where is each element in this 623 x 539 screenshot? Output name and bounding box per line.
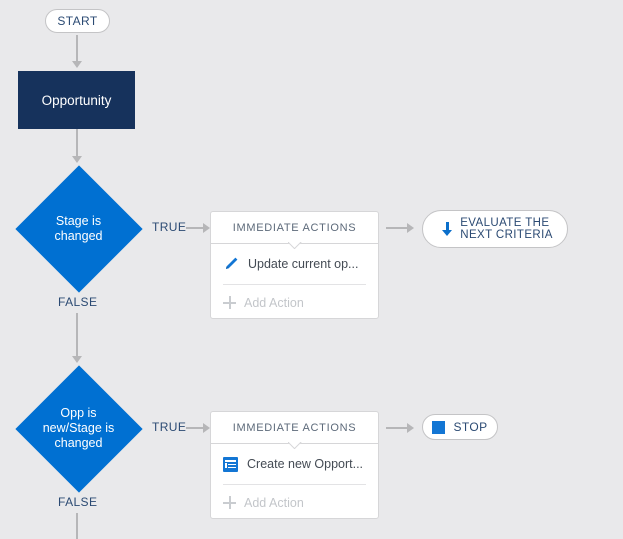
- record-icon: [223, 456, 238, 472]
- card-notch-chevron-icon: [288, 242, 302, 249]
- connector-object-to-criteria-1-arrowhead: [72, 156, 82, 163]
- immediate-actions-card-2: IMMEDIATE ACTIONS Create new Opport... A…: [210, 411, 379, 519]
- plus-icon: [223, 296, 236, 309]
- criteria-2-true-label: TRUE: [152, 420, 187, 434]
- criteria-1-false-label: FALSE: [58, 295, 98, 309]
- connector-criteria-1-false-arrowhead: [72, 356, 82, 363]
- immediate-actions-card-2-header: IMMEDIATE ACTIONS: [211, 412, 378, 444]
- immediate-actions-card-1: IMMEDIATE ACTIONS Update current op... A…: [210, 211, 379, 319]
- criteria-1-true-label: TRUE: [152, 220, 187, 234]
- connector-criteria-1-false: [76, 313, 78, 357]
- action-item-2-label: Create new Opport...: [247, 457, 364, 471]
- add-action-label-2: Add Action: [244, 495, 304, 510]
- add-action-button-1[interactable]: Add Action: [223, 285, 366, 320]
- connector-card-1-to-outcome-arrowhead: [407, 223, 414, 233]
- process-builder-canvas: START Opportunity Stage is changed TRUE …: [0, 0, 623, 539]
- add-action-button-2[interactable]: Add Action: [223, 485, 366, 520]
- criteria-node-1[interactable]: Stage is changed: [14, 164, 143, 293]
- connector-card-2-to-outcome: [386, 427, 408, 429]
- connector-object-to-criteria-1: [76, 129, 78, 157]
- immediate-actions-card-1-header-label: IMMEDIATE ACTIONS: [232, 221, 357, 234]
- criteria-node-2-shape: [14, 364, 143, 493]
- connector-criteria-1-true: [186, 227, 204, 229]
- outcome-evaluate-next-criteria-label: EVALUATE THE NEXT CRITERIA: [460, 216, 553, 242]
- card-notch-chevron-icon: [288, 442, 302, 449]
- immediate-actions-card-2-body: Create new Opport... Add Action: [211, 444, 378, 520]
- criteria-node-2[interactable]: Opp is new/Stage is changed: [14, 364, 143, 493]
- add-action-label-1: Add Action: [244, 295, 304, 310]
- connector-criteria-2-true-arrowhead: [203, 423, 210, 433]
- immediate-actions-card-1-header: IMMEDIATE ACTIONS: [211, 212, 378, 244]
- outcome-stop-label: STOP: [453, 420, 488, 434]
- connector-start-to-object-arrowhead: [72, 61, 82, 68]
- criteria-node-1-shape: [14, 164, 143, 293]
- immediate-actions-card-2-header-label: IMMEDIATE ACTIONS: [232, 421, 357, 434]
- immediate-actions-card-1-body: Update current op... Add Action: [211, 244, 378, 320]
- connector-criteria-1-true-arrowhead: [203, 223, 210, 233]
- object-node-opportunity[interactable]: Opportunity: [18, 71, 135, 129]
- object-node-label: Opportunity: [41, 92, 112, 108]
- action-item-create-record[interactable]: Create new Opport...: [223, 444, 366, 485]
- action-item-update-record[interactable]: Update current op...: [223, 244, 366, 285]
- outcome-evaluate-next-criteria[interactable]: EVALUATE THE NEXT CRITERIA: [422, 210, 568, 248]
- connector-criteria-2-true: [186, 427, 204, 429]
- connector-card-2-to-outcome-arrowhead: [407, 423, 414, 433]
- arrow-down-icon: [441, 221, 453, 237]
- start-node[interactable]: START: [45, 9, 110, 33]
- plus-icon: [223, 496, 236, 509]
- connector-card-1-to-outcome: [386, 227, 408, 229]
- outcome-stop[interactable]: STOP: [422, 414, 498, 440]
- stop-square-icon: [432, 420, 446, 434]
- pencil-icon: [226, 257, 238, 269]
- connector-start-to-object: [76, 35, 78, 62]
- connector-criteria-2-false: [76, 513, 78, 539]
- action-item-1-label: Update current op...: [248, 257, 359, 271]
- start-node-label: START: [57, 14, 98, 28]
- criteria-2-false-label: FALSE: [58, 495, 98, 509]
